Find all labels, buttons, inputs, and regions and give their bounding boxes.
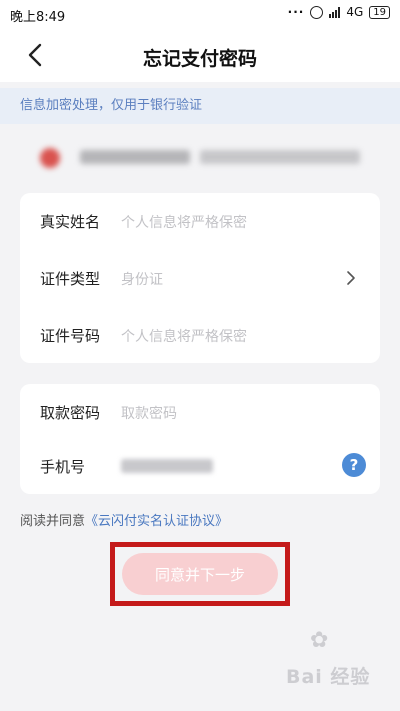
- bank-logo: [40, 148, 60, 168]
- withdraw-password-label: 取款密码: [40, 404, 101, 422]
- real-name-row[interactable]: 真实姓名 个人信息将严格保密: [20, 193, 380, 249]
- status-bar: 晚上8:49 ··· 4G 19: [0, 0, 400, 28]
- page-title: 忘记支付密码: [142, 48, 257, 70]
- agreement-text: 阅读并同意《云闪付实名认证协议》: [20, 510, 228, 529]
- chevron-right-icon: [347, 271, 355, 285]
- paw-icon: ✿: [310, 628, 329, 653]
- watermark-text: Bai 经验: [286, 666, 371, 688]
- baidu-watermark: ✿ Bai 经验: [286, 628, 386, 698]
- withdraw-password-row[interactable]: 取款密码 取款密码: [20, 384, 380, 440]
- id-number-label: 证件号码: [40, 327, 101, 345]
- status-icons: ··· 4G 19: [288, 5, 390, 19]
- bank-card-number-blurred: [200, 150, 360, 164]
- id-type-label: 证件类型: [40, 270, 101, 288]
- info-banner: 信息加密处理，仅用于银行验证: [0, 88, 400, 124]
- real-name-input[interactable]: 个人信息将严格保密: [121, 212, 247, 232]
- agree-next-button[interactable]: 同意并下一步: [122, 553, 278, 595]
- signal-icon: [329, 6, 341, 18]
- real-name-label: 真实姓名: [40, 213, 101, 231]
- withdraw-password-input[interactable]: 取款密码: [121, 403, 177, 423]
- security-form-card: 取款密码 取款密码 手机号 ?: [20, 384, 380, 494]
- nav-bar: 忘记支付密码: [0, 28, 400, 82]
- help-icon[interactable]: ?: [342, 453, 366, 477]
- alarm-icon: [310, 5, 324, 19]
- identity-form-card: 真实姓名 个人信息将严格保密 证件类型 身份证 证件号码 个人信息将严格保密: [20, 193, 380, 363]
- phone-row[interactable]: 手机号 ?: [20, 438, 380, 494]
- agreement-prefix: 阅读并同意: [20, 514, 86, 529]
- phone-number-blurred[interactable]: [121, 459, 213, 473]
- bank-card-info: [40, 146, 370, 170]
- status-time: 晚上8:49: [10, 10, 66, 25]
- id-number-input[interactable]: 个人信息将严格保密: [121, 326, 247, 346]
- network-type: 4G: [346, 5, 364, 19]
- agreement-link[interactable]: 《云闪付实名认证协议》: [85, 514, 228, 529]
- notification-dots: ···: [287, 5, 305, 19]
- bank-name-blurred: [80, 150, 190, 164]
- id-type-row[interactable]: 证件类型 身份证: [20, 250, 380, 306]
- id-type-select[interactable]: 身份证: [121, 269, 163, 289]
- phone-label: 手机号: [40, 458, 86, 476]
- battery-icon: 19: [369, 5, 390, 19]
- id-number-row[interactable]: 证件号码 个人信息将严格保密: [20, 307, 380, 363]
